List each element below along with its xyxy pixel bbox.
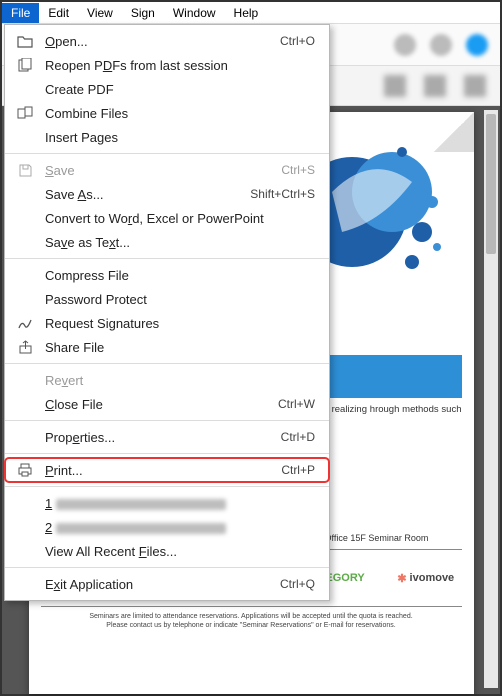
menu-create-pdf[interactable]: Create PDF [5,77,329,101]
signature-icon [15,315,35,331]
menu-reopen[interactable]: Reopen PDFs from last session [5,53,329,77]
menu-label: Share File [45,340,315,355]
menu-recent-2[interactable]: 2 [5,515,329,539]
divider [41,606,462,607]
menu-shortcut: Ctrl+S [281,163,315,177]
menu-label: View All Recent Files... [45,544,315,559]
folder-open-icon [15,33,35,49]
menu-exit[interactable]: Exit Application Ctrl+Q [5,572,329,596]
menu-combine[interactable]: Combine Files [5,101,329,125]
menubar-edit[interactable]: Edit [39,3,78,23]
menu-label: Insert Pages [45,130,315,145]
vertical-scrollbar[interactable] [484,110,498,688]
menu-label: Password Protect [45,292,315,307]
menu-separator [5,486,329,487]
toolbar-icon[interactable] [464,75,486,97]
menu-shortcut: Ctrl+W [278,397,315,411]
menu-separator [5,567,329,568]
menu-label: 2 [45,520,315,535]
menu-separator [5,453,329,454]
menu-label: Save [45,163,271,178]
menubar-sign[interactable]: Sign [122,3,164,23]
share-icon [15,339,35,355]
menu-insert-pages[interactable]: Insert Pages [5,125,329,149]
menu-save-as[interactable]: Save As... Shift+Ctrl+S [5,182,329,206]
menu-label: Revert [45,373,315,388]
menu-separator [5,258,329,259]
menu-print[interactable]: Print... Ctrl+P [5,458,329,482]
menu-separator [5,363,329,364]
menu-save-text[interactable]: Save as Text... [5,230,329,254]
menu-label: Save As... [45,187,240,202]
menubar-file[interactable]: File [2,3,39,23]
menu-label: Exit Application [45,577,270,592]
menu-shortcut: Ctrl+D [281,430,315,444]
menu-password[interactable]: Password Protect [5,287,329,311]
menu-revert: Revert [5,368,329,392]
menu-share[interactable]: Share File [5,335,329,359]
menu-label: Compress File [45,268,315,283]
menu-shortcut: Shift+Ctrl+S [250,187,315,201]
save-icon [15,162,35,178]
menu-convert[interactable]: Convert to Word, Excel or PowerPoint [5,206,329,230]
menu-signatures[interactable]: Request Signatures [5,311,329,335]
menu-label: Print... [45,463,271,478]
menu-label: Properties... [45,430,271,445]
scrollbar-thumb[interactable] [486,114,496,254]
file-menu: Open... Ctrl+O Reopen PDFs from last ses… [4,24,330,601]
toolbar-icon[interactable] [394,34,416,56]
menu-label: Reopen PDFs from last session [45,58,315,73]
menu-close[interactable]: Close File Ctrl+W [5,392,329,416]
menu-shortcut: Ctrl+Q [280,577,315,591]
print-icon [15,462,35,478]
account-icon[interactable] [466,34,488,56]
menubar-help[interactable]: Help [225,3,268,23]
menubar-window[interactable]: Window [164,3,225,23]
reopen-icon [15,57,35,73]
combine-icon [15,105,35,121]
menu-label: Combine Files [45,106,315,121]
menu-recent-1[interactable]: 1 [5,491,329,515]
menu-compress[interactable]: Compress File [5,263,329,287]
menu-label: Close File [45,397,268,412]
menu-label: Create PDF [45,82,315,97]
menu-properties[interactable]: Properties... Ctrl+D [5,425,329,449]
menu-label: Convert to Word, Excel or PowerPoint [45,211,315,226]
menu-view-recent[interactable]: View All Recent Files... [5,539,329,563]
menu-label: Save as Text... [45,235,315,250]
menu-separator [5,153,329,154]
menu-label: Request Signatures [45,316,315,331]
menu-save: Save Ctrl+S [5,158,329,182]
logo-ivomove: ✱ivomove [397,572,454,585]
menu-label: Open... [45,34,270,49]
menubar-view[interactable]: View [78,3,122,23]
menu-shortcut: Ctrl+O [280,34,315,48]
toolbar-icon[interactable] [384,75,406,97]
toolbar-icon[interactable] [430,34,452,56]
menu-shortcut: Ctrl+P [281,463,315,477]
toolbar-icon[interactable] [424,75,446,97]
footer-text: Seminars are limited to attendance reser… [41,613,462,630]
menubar: File Edit View Sign Window Help [2,2,500,24]
menu-open[interactable]: Open... Ctrl+O [5,29,329,53]
menu-label: 1 [45,496,315,511]
menu-separator [5,420,329,421]
